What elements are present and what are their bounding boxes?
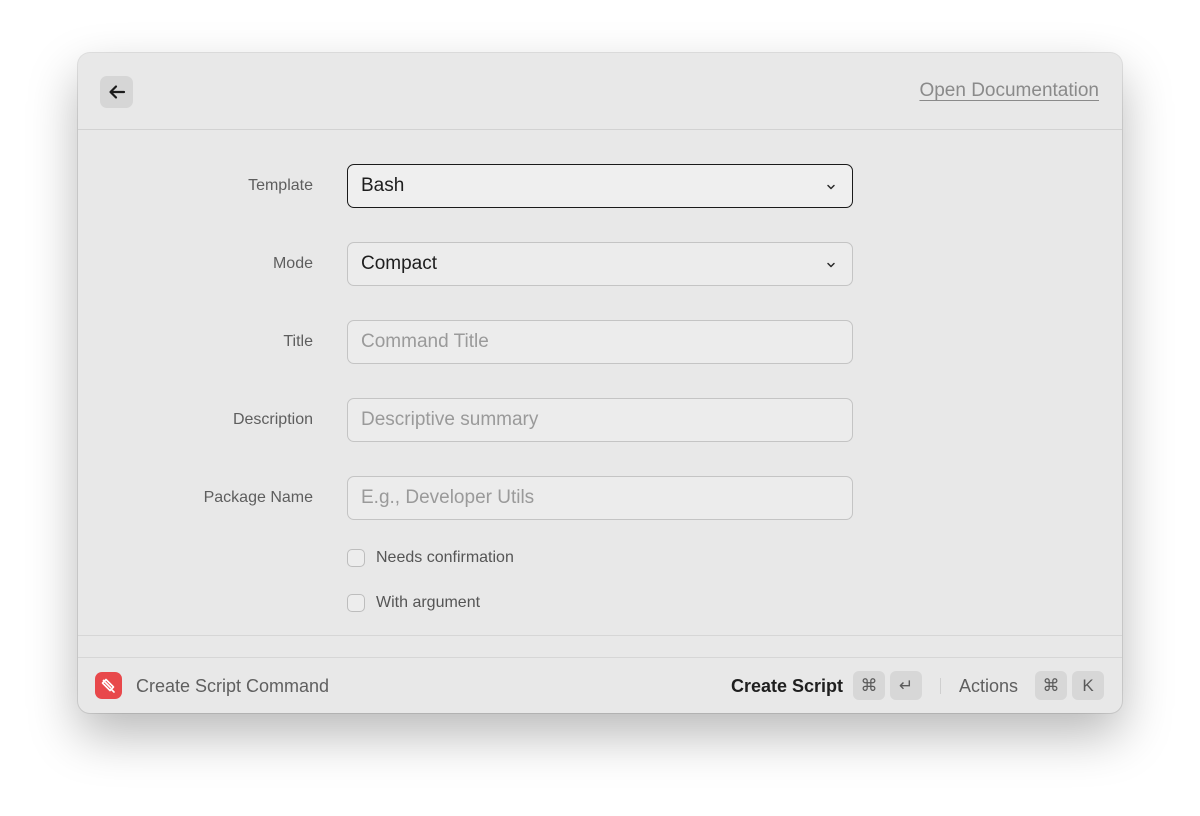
with-argument-row[interactable]: With argument	[347, 592, 480, 614]
with-argument-label: With argument	[376, 594, 481, 611]
mode-label: Mode	[272, 255, 313, 272]
with-argument-checkbox[interactable]	[347, 594, 365, 612]
action-separator	[940, 678, 941, 694]
needs-confirmation-label: Needs confirmation	[376, 549, 514, 566]
cmd-key-badge: ⌘	[853, 671, 885, 700]
create-script-button[interactable]: Create Script	[731, 676, 843, 697]
template-row: Template Bash	[78, 164, 1122, 208]
description-row: Description Descriptive summary	[78, 398, 1122, 442]
cmd-key-badge: ⌘	[1035, 671, 1067, 700]
top-bar: Open Documentation	[78, 53, 1122, 130]
title-label: Title	[283, 333, 313, 350]
form-divider	[78, 635, 1122, 636]
script-command-icon	[101, 678, 115, 693]
template-label: Template	[248, 177, 313, 194]
description-label: Description	[232, 411, 313, 428]
description-input[interactable]: Descriptive summary	[347, 398, 853, 442]
title-row: Title Command Title	[78, 320, 1122, 364]
needs-confirmation-row[interactable]: Needs confirmation	[347, 547, 514, 569]
chevron-down-icon	[827, 262, 835, 268]
package-name-input[interactable]: E.g., Developer Utils	[347, 476, 853, 520]
back-button[interactable]	[100, 76, 133, 108]
title-input[interactable]: Command Title	[347, 320, 853, 364]
create-script-window: Open Documentation Template Bash Mode Co…	[78, 53, 1122, 713]
open-documentation-link[interactable]: Open Documentation	[919, 80, 1099, 102]
needs-confirmation-checkbox[interactable]	[347, 549, 365, 567]
action-bar: Create Script Command Create Script ⌘ ↵ …	[78, 657, 1122, 713]
k-key-badge: K	[1072, 671, 1104, 700]
package-name-row: Package Name E.g., Developer Utils	[78, 476, 1122, 520]
template-value: Bash	[361, 175, 405, 196]
command-name: Create Script Command	[136, 676, 330, 696]
mode-value: Compact	[361, 253, 438, 274]
arrow-left-icon	[108, 85, 125, 99]
template-select[interactable]: Bash	[347, 164, 853, 208]
actions-button[interactable]: Actions	[959, 676, 1018, 697]
mode-select[interactable]: Compact	[347, 242, 853, 286]
chevron-down-icon	[827, 184, 835, 190]
script-command-app-icon	[95, 672, 122, 699]
package-name-label: Package Name	[203, 489, 313, 506]
enter-key-badge: ↵	[890, 671, 922, 700]
mode-row: Mode Compact	[78, 242, 1122, 286]
